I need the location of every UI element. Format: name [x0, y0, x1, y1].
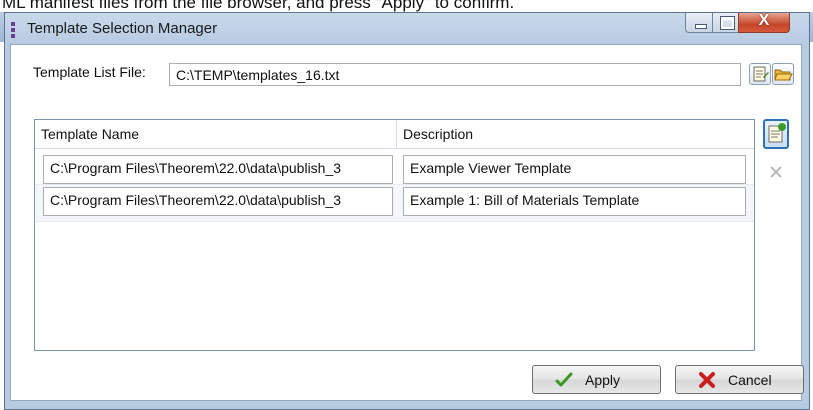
template-list-file-input[interactable] — [169, 63, 741, 86]
column-header-description[interactable]: Description — [397, 120, 754, 148]
grid-header: Template Name Description — [35, 120, 754, 149]
close-button[interactable]: X — [738, 12, 790, 33]
cancel-button-label: Cancel — [728, 372, 772, 388]
template-grid: Template Name Description C:\Program Fil… — [34, 119, 755, 351]
template-name-cell[interactable]: C:\Program Files\Theorem\22.0\data\publi… — [43, 187, 393, 216]
red-x-icon — [699, 372, 715, 388]
template-name-cell[interactable]: C:\Program Files\Theorem\22.0\data\publi… — [43, 155, 393, 184]
dialog-client-area: Template List File: Template Name Descri… — [10, 44, 804, 401]
column-header-template-name[interactable]: Template Name — [35, 120, 397, 148]
title-bar[interactable]: Template Selection Manager X — [5, 12, 809, 45]
close-icon: X — [758, 12, 770, 29]
open-folder-button[interactable] — [772, 63, 794, 85]
minimize-button[interactable] — [685, 13, 713, 33]
cancel-button[interactable]: Cancel — [675, 365, 804, 394]
window-title: Template Selection Manager — [27, 20, 218, 37]
description-cell[interactable]: Example 1: Bill of Materials Template — [403, 187, 746, 216]
description-cell[interactable]: Example Viewer Template — [403, 155, 746, 184]
app-icon — [11, 22, 15, 38]
apply-button[interactable]: Apply — [532, 365, 661, 394]
apply-button-label: Apply — [585, 372, 621, 388]
checkmark-icon — [555, 372, 573, 387]
table-row[interactable]: C:\Program Files\Theorem\22.0\data\publi… — [35, 184, 754, 222]
maximize-button[interactable] — [712, 13, 739, 33]
open-folder-icon — [774, 69, 793, 81]
delete-x-icon — [770, 166, 782, 178]
table-row[interactable]: C:\Program Files\Theorem\22.0\data\publi… — [35, 149, 754, 185]
add-row-button[interactable] — [763, 119, 789, 149]
edit-document-icon — [753, 66, 769, 82]
delete-row-button[interactable] — [763, 157, 789, 187]
template-list-file-label: Template List File: — [33, 64, 146, 80]
edit-file-button[interactable] — [749, 63, 771, 85]
add-row-icon — [768, 123, 786, 143]
screenshot: ML manifest files from the file browser,… — [0, 0, 813, 410]
